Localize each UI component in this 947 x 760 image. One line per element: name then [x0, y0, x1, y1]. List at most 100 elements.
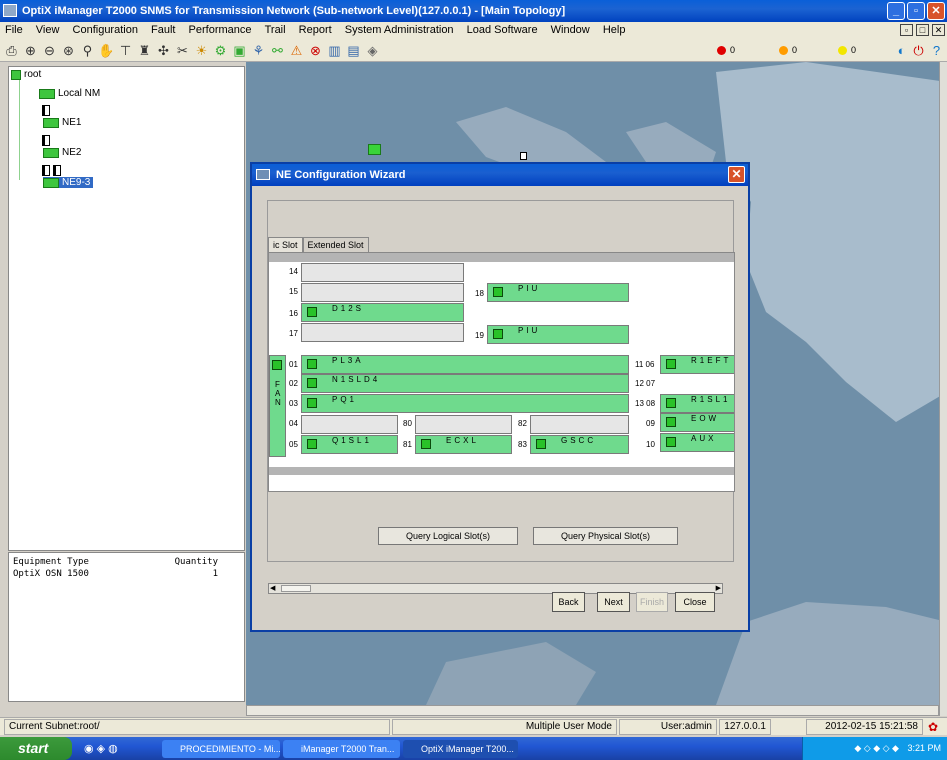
- taskbar-item-imanager[interactable]: iManager T2000 Tran...: [283, 740, 400, 758]
- dialog-icon: [256, 169, 270, 180]
- close-window-button[interactable]: ✕: [927, 2, 945, 20]
- slot-19[interactable]: PIU: [487, 325, 629, 344]
- zoom-out-icon[interactable]: ⊖: [41, 42, 58, 59]
- map-horizontal-scrollbar[interactable]: [246, 705, 939, 716]
- print-icon[interactable]: ⎙: [3, 42, 20, 59]
- menu-fault[interactable]: Fault: [151, 24, 175, 36]
- find-icon[interactable]: ♜: [136, 42, 153, 59]
- window-title: OptiX iManager T2000 SNMS for Transmissi…: [22, 5, 566, 17]
- slot-02[interactable]: N1SLD4: [301, 374, 629, 393]
- start-button[interactable]: start: [0, 737, 72, 760]
- major-alarm-indicator[interactable]: 0: [779, 45, 797, 55]
- taskbar-item-procedimiento[interactable]: PROCEDIMIENTO - Mi...: [162, 740, 280, 758]
- tree-node-ne2[interactable]: [42, 135, 50, 146]
- alarm-config-icon[interactable]: ☀: [193, 42, 210, 59]
- mdi-close-icon[interactable]: ✕: [932, 24, 945, 36]
- menu-system-administration[interactable]: System Administration: [345, 24, 454, 36]
- pan-hand-icon[interactable]: ✋: [98, 42, 115, 59]
- equipment-row[interactable]: OptiX OSN 1500 1: [13, 569, 218, 579]
- back-button[interactable]: Back: [552, 592, 585, 612]
- zoom-in-icon[interactable]: ⊕: [22, 42, 39, 59]
- slot-81[interactable]: ECXL: [415, 435, 512, 454]
- trail-icon[interactable]: ⚘: [250, 42, 267, 59]
- tools-icon[interactable]: ✂: [174, 42, 191, 59]
- menu-help[interactable]: Help: [603, 24, 626, 36]
- logout-icon[interactable]: ⏻: [910, 42, 927, 59]
- menu-trail[interactable]: Trail: [265, 24, 286, 36]
- menu-load-software[interactable]: Load Software: [467, 24, 538, 36]
- zoom-fit-icon[interactable]: ⊛: [60, 42, 77, 59]
- slot-17[interactable]: [301, 323, 464, 342]
- menu-report[interactable]: Report: [299, 24, 332, 36]
- slot-10[interactable]: AUX: [660, 433, 734, 452]
- tree-node-ne2-label[interactable]: NE2: [43, 147, 81, 158]
- slot-05[interactable]: Q1SL1: [301, 435, 398, 454]
- info-icon[interactable]: ◐: [893, 42, 910, 59]
- tree-node-ne9-label[interactable]: NE9-3: [43, 177, 94, 188]
- taskbar-item-optix[interactable]: OptiX iManager T200...: [403, 740, 518, 758]
- critical-alarm-indicator[interactable]: 0: [717, 45, 735, 55]
- stop-icon[interactable]: ⊗: [307, 42, 324, 59]
- ne9-rack-icon-b: [53, 165, 61, 176]
- slot-04[interactable]: [301, 415, 398, 434]
- network-icon[interactable]: ⚯: [269, 42, 286, 59]
- tab-extended-slot[interactable]: Extended Slot: [302, 237, 369, 252]
- tree-node-root[interactable]: root: [11, 69, 41, 80]
- menu-file[interactable]: File: [5, 24, 23, 36]
- map-vertical-scrollbar[interactable]: [939, 62, 947, 716]
- tree-node-ne9[interactable]: [42, 165, 61, 176]
- scroll-thumb[interactable]: [281, 585, 311, 592]
- fan-slot[interactable]: FAN: [269, 355, 286, 457]
- query-logical-slots-button[interactable]: Query Logical Slot(s): [378, 527, 518, 545]
- scroll-right-icon[interactable]: ▶: [716, 584, 721, 592]
- close-button[interactable]: Close: [675, 592, 715, 612]
- alarm-browse-icon[interactable]: ⚠: [288, 42, 305, 59]
- tree-node-ne1-label[interactable]: NE1: [43, 117, 81, 128]
- slot-80[interactable]: [415, 415, 512, 434]
- menu-window[interactable]: Window: [551, 24, 590, 36]
- query-physical-slots-button[interactable]: Query Physical Slot(s): [533, 527, 678, 545]
- slot-18[interactable]: PIU: [487, 283, 629, 302]
- slot-09[interactable]: EOW: [660, 413, 734, 432]
- help-icon[interactable]: ?: [928, 42, 945, 59]
- next-button[interactable]: Next: [597, 592, 630, 612]
- tray-icons[interactable]: ◆ ◇ ◆ ◇ ◆: [854, 743, 899, 753]
- slot-83[interactable]: GSCC: [530, 435, 629, 454]
- tree-local-nm-label: Local NM: [58, 88, 101, 99]
- finish-button[interactable]: Finish: [636, 592, 668, 612]
- menu-view[interactable]: View: [36, 24, 60, 36]
- minimize-button[interactable]: _: [887, 2, 905, 20]
- slot-12-07[interactable]: [660, 374, 734, 393]
- filter-icon[interactable]: ⊤: [117, 42, 134, 59]
- settings-icon[interactable]: ◈: [364, 42, 381, 59]
- ne-map-icon[interactable]: [520, 152, 527, 160]
- local-nm-map-icon[interactable]: [368, 144, 381, 155]
- topology-icon[interactable]: ⚙: [212, 42, 229, 59]
- tree-node-ne1[interactable]: [42, 105, 50, 116]
- minor-alarm-indicator[interactable]: 0: [838, 45, 856, 55]
- scroll-left-icon[interactable]: ◀: [270, 584, 275, 592]
- zoom-select-icon[interactable]: ⚲: [79, 42, 96, 59]
- tree-node-local-nm[interactable]: Local NM: [39, 88, 100, 99]
- performance-chart-icon[interactable]: ▥: [326, 42, 343, 59]
- slot-82[interactable]: [530, 415, 629, 434]
- mdi-maximize-icon[interactable]: □: [916, 24, 929, 36]
- menu-performance[interactable]: Performance: [189, 24, 252, 36]
- ne-link-icon[interactable]: ✣: [155, 42, 172, 59]
- menu-configuration[interactable]: Configuration: [73, 24, 138, 36]
- slot-15[interactable]: [301, 283, 464, 302]
- slot-03[interactable]: PQ1: [301, 394, 629, 413]
- slot-16[interactable]: D12S: [301, 303, 464, 322]
- dialog-close-icon[interactable]: ✕: [728, 166, 745, 183]
- quick-launch-icons[interactable]: ◉ ◈ ◍: [84, 742, 118, 755]
- slot-14[interactable]: [301, 263, 464, 282]
- slot-11-06[interactable]: R1EFT: [660, 355, 734, 374]
- slot-number: 81: [403, 440, 412, 449]
- ne-manager-icon[interactable]: ▣: [231, 42, 248, 59]
- maximize-button[interactable]: ▫: [907, 2, 925, 20]
- slot-01[interactable]: PL3A: [301, 355, 629, 374]
- mdi-restore-icon[interactable]: ▫: [900, 24, 913, 36]
- report-icon[interactable]: ▤: [345, 42, 362, 59]
- slot-13-08[interactable]: R1SL1: [660, 394, 734, 413]
- tab-basic-slot[interactable]: ic Slot: [268, 237, 303, 252]
